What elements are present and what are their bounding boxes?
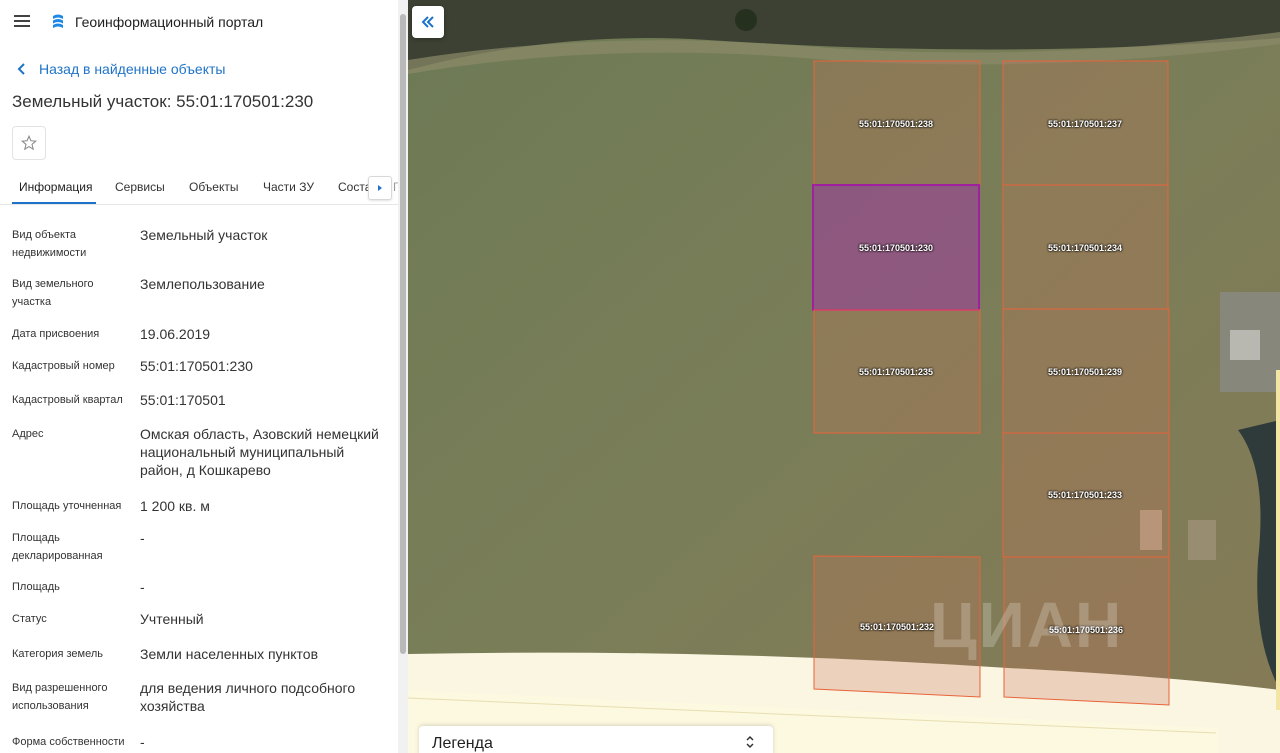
parcel-label[interactable]: 55:01:170501:239 [1048, 367, 1122, 377]
parcel-label[interactable]: 55:01:170501:233 [1048, 490, 1122, 500]
top-bar: Геоинформационный портал [0, 0, 400, 44]
parcel-label[interactable]: 55:01:170501:234 [1048, 243, 1122, 253]
parcel-label[interactable]: 55:01:170501:235 [859, 367, 933, 377]
app-title: Геоинформационный портал [75, 14, 264, 30]
tab-bar: Информация Сервисы Объекты Части ЗУ Сост… [0, 172, 400, 205]
property-value: 19.06.2019 [140, 326, 211, 342]
logo-icon [53, 14, 63, 28]
double-chevron-left-icon [421, 16, 434, 28]
property-value: Земли населенных пунктов [140, 646, 319, 662]
parcel-label-selected[interactable]: 55:01:170501:230 [859, 243, 933, 253]
star-icon [20, 134, 38, 151]
property-value: Землепользование [140, 276, 265, 292]
tab-clip: Соста [336, 172, 370, 204]
property-value: 55:01:170501 [140, 392, 226, 408]
parcel-label[interactable]: 55:01:170501:237 [1048, 119, 1122, 129]
tab-scroll-right-button[interactable] [368, 176, 392, 200]
property-value: Учтенный [140, 611, 204, 627]
info-panel: Геоинформационный портал Назад в найденн… [0, 0, 400, 753]
property-value: 1 200 кв. м [140, 498, 210, 514]
property-label: Вид земельного участка [12, 278, 94, 308]
property-label: Дата присвоения [12, 328, 100, 340]
watermark: ЦИАН [930, 589, 1124, 661]
property-label: Площадь уточненная [12, 500, 122, 512]
tab-information[interactable]: Информация [19, 180, 92, 194]
chevron-right-icon [378, 185, 382, 191]
back-link-label: Назад в найденные объекты [39, 61, 226, 77]
map-view[interactable]: 55:01:170501:238 55:01:170501:237 55:01:… [408, 0, 1280, 753]
property-label: Статус [12, 613, 47, 625]
favorite-button[interactable] [12, 126, 46, 160]
legend-label: Легенда [432, 735, 493, 752]
property-value: Омская область, Азовский немецкий национ… [140, 426, 379, 478]
object-title: Земельный участок: 55:01:170501:230 [12, 92, 314, 111]
hamburger-icon[interactable] [14, 15, 30, 27]
tab-active-indicator [12, 202, 96, 204]
back-link[interactable]: Назад в найденные объекты [15, 60, 225, 78]
property-value: - [140, 530, 145, 546]
satellite-imagery [408, 0, 1280, 753]
tab-composition[interactable]: Соста [338, 180, 370, 194]
collapse-panel-button[interactable] [412, 6, 444, 38]
property-value: 55:01:170501:230 [140, 358, 253, 374]
property-label: Категория земель [12, 648, 103, 660]
property-value: для ведения личного подсобного хозяйства [140, 680, 356, 714]
parcel-label[interactable]: 55:01:170501:232 [860, 622, 934, 632]
legend-panel[interactable]: Легенда [419, 726, 773, 753]
property-label: Форма собственности [12, 736, 125, 748]
property-value: Земельный участок [140, 227, 268, 243]
panel-scrollbar-thumb[interactable] [400, 14, 406, 654]
property-label: Адрес [12, 428, 44, 440]
sort-arrows-icon[interactable] [745, 734, 755, 750]
property-label: Площадь [12, 581, 60, 593]
property-value: - [140, 579, 145, 595]
property-label: Кадастровый квартал [12, 394, 123, 406]
chevron-left-icon [17, 63, 25, 75]
tab-services[interactable]: Сервисы [115, 180, 165, 194]
tab-parcel-parts[interactable]: Части ЗУ [263, 180, 314, 194]
parcel-label[interactable]: 55:01:170501:238 [859, 119, 933, 129]
property-label: Площадь декларированная [12, 532, 103, 562]
property-label: Вид разрешенного использования [12, 682, 108, 712]
tab-objects[interactable]: Объекты [189, 180, 239, 194]
property-value: - [140, 734, 145, 750]
property-label: Вид объекта недвижимости [12, 229, 87, 259]
property-label: Кадастровый номер [12, 360, 115, 372]
